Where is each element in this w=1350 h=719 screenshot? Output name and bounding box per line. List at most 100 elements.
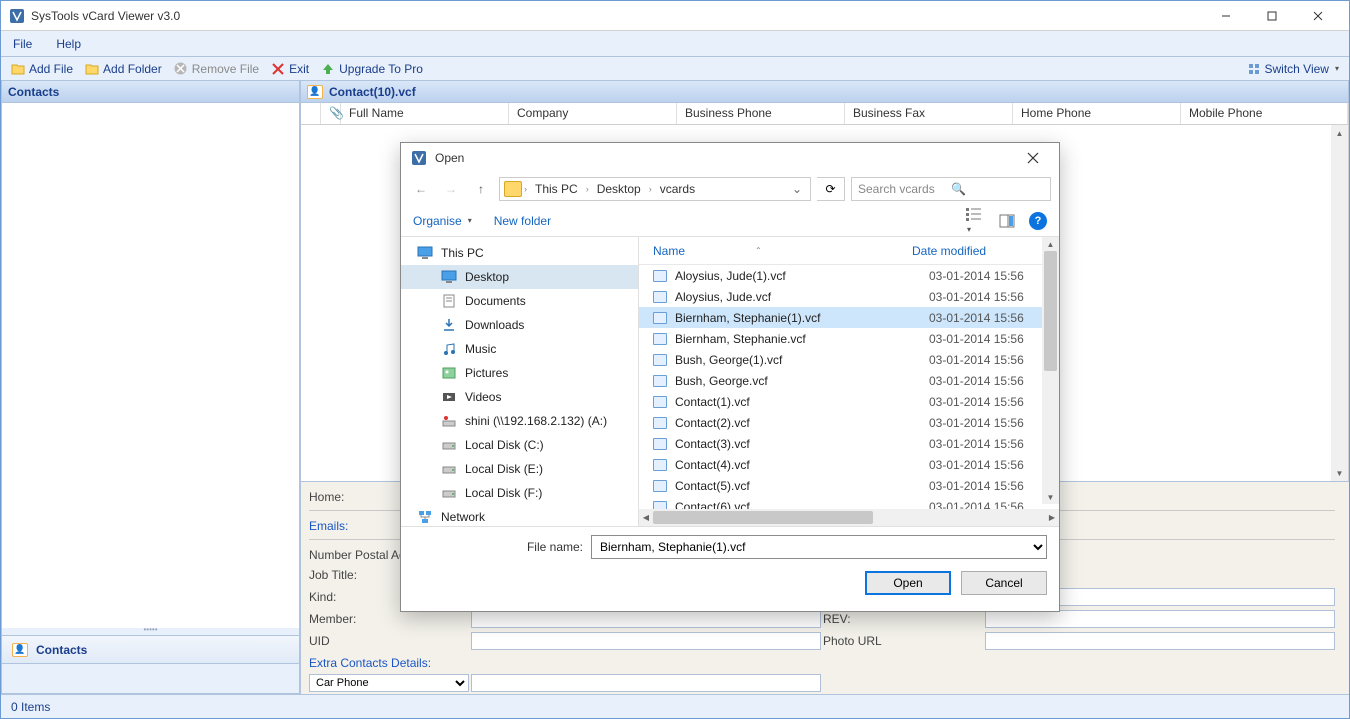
open-button[interactable]: Open — [865, 571, 951, 595]
monitor-icon — [417, 246, 433, 260]
doc-icon — [441, 294, 457, 308]
file-row[interactable]: Bush, George.vcf03-01-2014 15:56 — [639, 370, 1059, 391]
preview-pane-button[interactable] — [999, 214, 1015, 228]
up-button[interactable]: ↑ — [469, 177, 493, 201]
help-icon[interactable]: ? — [1029, 212, 1047, 230]
newfolder-button[interactable]: New folder — [494, 214, 551, 228]
menu-help[interactable]: Help — [56, 37, 81, 51]
switch-view-button[interactable]: Switch View▾ — [1243, 62, 1344, 76]
menu-file[interactable]: File — [13, 37, 32, 51]
place-documents[interactable]: Documents — [401, 289, 638, 313]
folder-icon — [504, 181, 522, 197]
exit-button[interactable]: Exit — [267, 62, 313, 76]
grid-scrollbar[interactable]: ▲ ▼ — [1331, 125, 1348, 481]
menubar: File Help — [1, 31, 1349, 57]
chevron-down-icon[interactable]: ⌄ — [788, 182, 806, 196]
netdrive-icon — [441, 414, 457, 428]
file-header: 👤 Contact(10).vcf — [301, 81, 1349, 103]
search-input[interactable]: Search vcards🔍 — [851, 177, 1051, 201]
member-label: Member: — [309, 610, 469, 628]
place-music[interactable]: Music — [401, 337, 638, 361]
add-folder-button[interactable]: Add Folder — [81, 62, 166, 76]
h-scrollbar[interactable]: ◀▶ — [639, 509, 1059, 526]
contact-card-icon: 👤 — [12, 643, 28, 657]
maximize-button[interactable] — [1249, 1, 1295, 31]
photo-label: Photo URL — [823, 632, 983, 650]
photo-input[interactable] — [985, 632, 1335, 650]
crumb-thispc[interactable]: This PC — [529, 182, 584, 196]
sidebar-item-contacts[interactable]: 👤 Contacts — [1, 636, 300, 664]
grid-header: 📎 Full Name Company Business Phone Busin… — [301, 103, 1349, 125]
file-row[interactable]: Contact(4).vcf03-01-2014 15:56 — [639, 454, 1059, 475]
dialog-close-button[interactable] — [1017, 146, 1049, 170]
grid-icon — [1247, 62, 1261, 76]
col-hphone[interactable]: Home Phone — [1013, 103, 1181, 124]
col-date[interactable]: Date modified — [912, 244, 1042, 258]
view-options-button[interactable]: ▾ — [965, 207, 985, 235]
file-list[interactable]: Aloysius, Jude(1).vcf03-01-2014 15:56Alo… — [639, 265, 1059, 509]
file-row[interactable]: Aloysius, Jude.vcf03-01-2014 15:56 — [639, 286, 1059, 307]
address-bar[interactable]: ›This PC ›Desktop ›vcards ⌄ — [499, 177, 811, 201]
file-row[interactable]: Contact(2).vcf03-01-2014 15:56 — [639, 412, 1059, 433]
place-this-pc[interactable]: This PC — [401, 241, 638, 265]
contacts-tree[interactable] — [1, 103, 300, 628]
forward-button[interactable]: → — [439, 177, 463, 201]
back-button[interactable]: ← — [409, 177, 433, 201]
close-button[interactable] — [1295, 1, 1341, 31]
remove-file-button[interactable]: Remove File — [170, 62, 263, 76]
place-videos[interactable]: Videos — [401, 385, 638, 409]
file-row[interactable]: Bush, George(1).vcf03-01-2014 15:56 — [639, 349, 1059, 370]
file-row[interactable]: Contact(6).vcf03-01-2014 15:56 — [639, 496, 1059, 509]
place-local-disk-c-[interactable]: Local Disk (C:) — [401, 433, 638, 457]
picture-icon — [441, 366, 457, 380]
crumb-desktop[interactable]: Desktop — [591, 182, 647, 196]
filename-input[interactable]: Biernham, Stephanie(1).vcf — [591, 535, 1047, 559]
file-row[interactable]: Aloysius, Jude(1).vcf03-01-2014 15:56 — [639, 265, 1059, 286]
upgrade-button[interactable]: Upgrade To Pro — [317, 62, 427, 76]
col-bphone[interactable]: Business Phone — [677, 103, 845, 124]
place-downloads[interactable]: Downloads — [401, 313, 638, 337]
chevron-down-icon: ▾ — [1335, 64, 1339, 73]
file-row[interactable]: Biernham, Stephanie.vcf03-01-2014 15:56 — [639, 328, 1059, 349]
add-file-button[interactable]: Add File — [7, 62, 77, 76]
rev-input[interactable] — [985, 610, 1335, 628]
file-row[interactable]: Contact(1).vcf03-01-2014 15:56 — [639, 391, 1059, 412]
uid-input[interactable] — [471, 632, 821, 650]
col-fullname[interactable]: Full Name — [341, 103, 509, 124]
place-pictures[interactable]: Pictures — [401, 361, 638, 385]
file-row[interactable]: Contact(5).vcf03-01-2014 15:56 — [639, 475, 1059, 496]
col-mphone[interactable]: Mobile Phone — [1181, 103, 1348, 124]
vcf-file-icon — [653, 354, 667, 366]
vcf-file-icon — [653, 333, 667, 345]
place-local-disk-f-[interactable]: Local Disk (F:) — [401, 481, 638, 505]
refresh-button[interactable]: ⟳ — [817, 177, 845, 201]
carphone-input[interactable] — [471, 674, 821, 692]
carphone-select[interactable]: Car Phone — [309, 674, 469, 692]
organise-button[interactable]: Organise▾ — [413, 214, 472, 228]
disk-icon — [441, 486, 457, 500]
file-row[interactable]: Contact(3).vcf03-01-2014 15:56 — [639, 433, 1059, 454]
cancel-button[interactable]: Cancel — [961, 571, 1047, 595]
app-icon — [411, 150, 427, 166]
minimize-button[interactable] — [1203, 1, 1249, 31]
splitter[interactable]: ••••• — [1, 628, 300, 636]
monitor-icon — [441, 270, 457, 284]
search-icon: 🔍 — [951, 182, 1044, 196]
col-bfax[interactable]: Business Fax — [845, 103, 1013, 124]
place-desktop[interactable]: Desktop — [401, 265, 638, 289]
v-scrollbar[interactable]: ▲▼ — [1042, 237, 1059, 504]
vcf-file-icon — [653, 375, 667, 387]
place-network[interactable]: Network — [401, 505, 638, 526]
open-dialog: Open ← → ↑ ›This PC ›Desktop ›vcards ⌄ ⟳… — [400, 142, 1060, 612]
member-input[interactable] — [471, 610, 821, 628]
vcf-file-icon — [653, 312, 667, 324]
folder-open-icon — [11, 62, 25, 76]
crumb-vcards[interactable]: vcards — [654, 182, 701, 196]
col-name[interactable]: Name — [653, 244, 685, 258]
app-icon — [9, 8, 25, 24]
place-local-disk-e-[interactable]: Local Disk (E:) — [401, 457, 638, 481]
network-icon — [417, 510, 433, 524]
file-row[interactable]: Biernham, Stephanie(1).vcf03-01-2014 15:… — [639, 307, 1059, 328]
place-shini-192-168-2-132-a-[interactable]: shini (\\192.168.2.132) (A:) — [401, 409, 638, 433]
col-company[interactable]: Company — [509, 103, 677, 124]
